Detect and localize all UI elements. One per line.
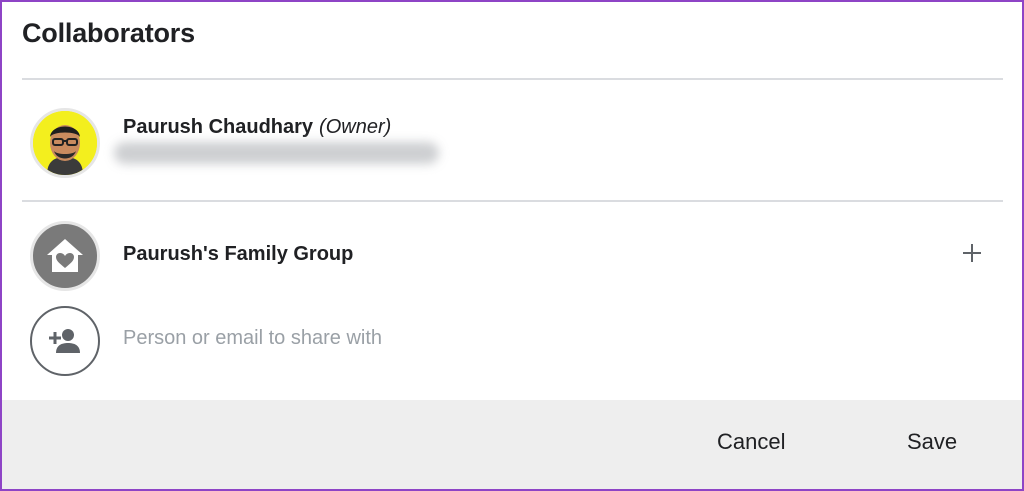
- owner-avatar: [30, 108, 100, 178]
- add-person-avatar: [30, 306, 100, 376]
- add-group-button[interactable]: [959, 240, 985, 266]
- dialog-footer: [2, 400, 1022, 489]
- dialog-title: Collaborators: [22, 18, 195, 48]
- person-add-icon: [49, 329, 80, 353]
- save-button[interactable]: Save: [907, 429, 957, 455]
- share-email-input[interactable]: [123, 320, 683, 356]
- section-divider: [22, 200, 1003, 202]
- owner-role: (Owner): [319, 116, 392, 138]
- family-home-heart-icon: [47, 239, 83, 272]
- cancel-button[interactable]: Cancel: [717, 429, 785, 455]
- user-photo-avatar: [33, 111, 97, 175]
- group-name: Paurush's Family Group: [123, 243, 354, 265]
- owner-name-text: Paurush Chaudhary: [123, 116, 314, 138]
- header-divider: [22, 78, 1003, 80]
- owner-email-redacted: [114, 142, 439, 164]
- owner-name: Paurush Chaudhary (Owner): [123, 116, 391, 139]
- collaborators-dialog: Collaborators Paurush Chaudhary (Owner) P…: [0, 0, 1024, 491]
- plus-icon: [963, 244, 981, 262]
- group-avatar: [30, 221, 100, 291]
